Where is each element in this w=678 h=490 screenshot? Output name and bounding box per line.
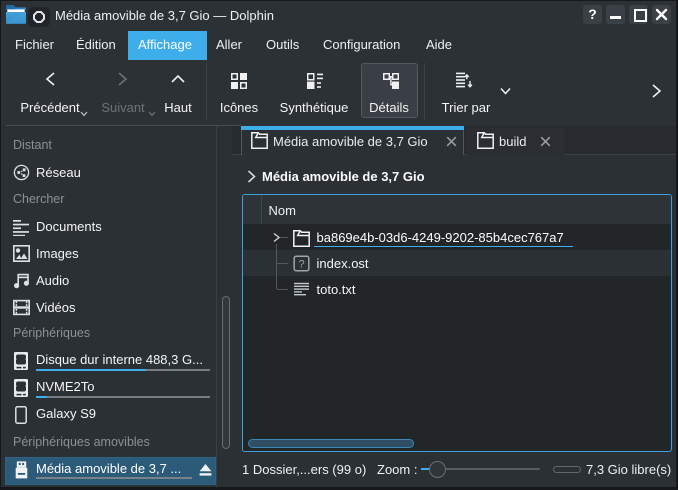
svg-text:?: ? [298, 259, 304, 271]
